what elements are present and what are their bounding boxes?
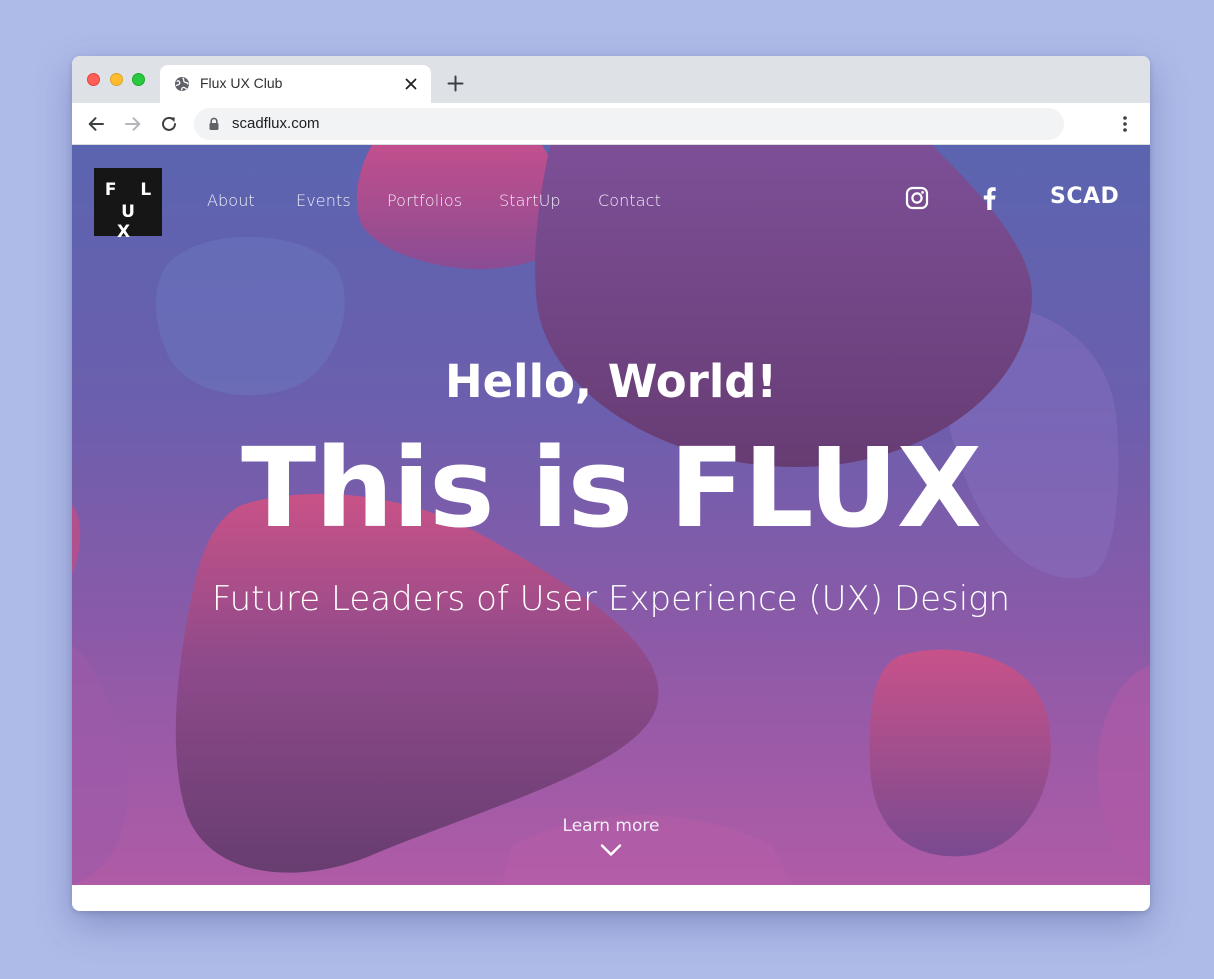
back-arrow-icon[interactable] — [87, 115, 105, 133]
scad-link[interactable]: SCAD — [1050, 184, 1119, 209]
hero-subtitle: Future Leaders of User Experience (UX) D… — [211, 579, 1011, 619]
browser-tab[interactable]: Flux UX Club — [160, 65, 431, 103]
nav-about[interactable]: About — [207, 191, 255, 210]
chevron-down-icon[interactable] — [600, 843, 622, 857]
nav-portfolios[interactable]: Portfolios — [387, 191, 462, 210]
logo-line-2: U X — [116, 202, 144, 242]
nav-events[interactable]: Events — [296, 191, 351, 210]
page-below-fold — [72, 885, 1150, 911]
url-text: scadflux.com — [232, 115, 320, 132]
minimize-window-button[interactable] — [110, 73, 123, 86]
tab-title: Flux UX Club — [200, 75, 283, 91]
instagram-icon[interactable] — [905, 186, 929, 210]
flux-logo[interactable]: F L U X — [94, 168, 162, 242]
more-vert-icon[interactable] — [1118, 115, 1132, 133]
hero-title: This is FLUX — [241, 424, 982, 552]
reload-icon[interactable] — [160, 115, 178, 133]
tab-strip: Flux UX Club — [72, 56, 1150, 103]
forward-arrow-icon[interactable] — [124, 115, 142, 133]
site-header: F L U X About Events Portfolios StartUp … — [72, 145, 1150, 255]
browser-toolbar: scadflux.com — [72, 103, 1150, 145]
hero-greeting: Hello, World! — [444, 355, 777, 408]
globe-icon — [175, 77, 189, 91]
nav-contact[interactable]: Contact — [598, 191, 661, 210]
address-bar[interactable]: scadflux.com — [194, 108, 1064, 140]
close-icon[interactable] — [404, 77, 418, 91]
browser-window: Flux UX Club scadflux.com F L U X About … — [72, 56, 1150, 911]
page-viewport: F L U X About Events Portfolios StartUp … — [72, 145, 1150, 885]
close-window-button[interactable] — [87, 73, 100, 86]
plus-icon[interactable] — [447, 75, 464, 92]
maximize-window-button[interactable] — [132, 73, 145, 86]
learn-more-link[interactable]: Learn more — [72, 816, 1150, 836]
lock-icon — [209, 117, 219, 130]
facebook-icon[interactable] — [981, 186, 997, 210]
logo-line-1: F L — [104, 180, 161, 200]
nav-startup[interactable]: StartUp — [499, 191, 561, 210]
